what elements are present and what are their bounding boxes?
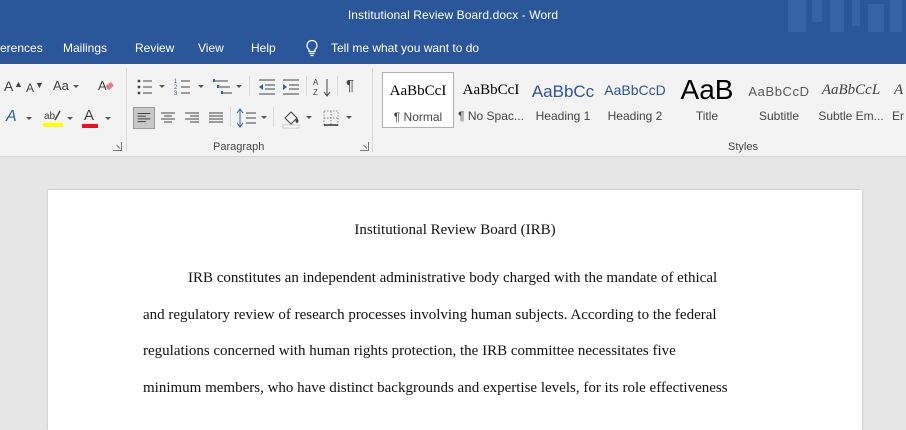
shrink-font-arrow-icon: ▼ bbox=[35, 80, 44, 90]
shrink-font-button[interactable]: A bbox=[26, 80, 34, 96]
window-title: Institutional Review Board.docx - Word bbox=[347, 8, 559, 22]
justify-icon[interactable] bbox=[205, 107, 227, 129]
paragraph-dialog-launcher-icon[interactable] bbox=[360, 142, 369, 151]
shading-icon[interactable] bbox=[281, 107, 303, 129]
style-name: ¶ Normal bbox=[393, 110, 443, 124]
grow-font-arrow-icon: ▲ bbox=[14, 79, 23, 89]
shading-dropdown-icon bbox=[306, 116, 312, 119]
change-case-button[interactable]: Aa bbox=[53, 78, 69, 94]
line-spacing-dropdown-icon bbox=[261, 116, 267, 119]
style-name: Er bbox=[892, 109, 904, 123]
align-left-icon[interactable] bbox=[133, 107, 155, 129]
bullets-icon[interactable] bbox=[135, 76, 157, 98]
tab-mailings[interactable]: Mailings bbox=[63, 41, 107, 55]
ribbon-tab-bar: erences Mailings Review View Help Tell m… bbox=[0, 32, 906, 64]
tab-view[interactable]: View bbox=[198, 41, 224, 55]
paragraph-group-label: Paragraph bbox=[213, 141, 265, 153]
line-spacing-icon[interactable] bbox=[236, 107, 258, 129]
numbering-dropdown-icon bbox=[198, 85, 204, 88]
align-center-icon[interactable] bbox=[157, 107, 179, 129]
inline-separator bbox=[249, 76, 250, 96]
lightbulb-icon bbox=[306, 39, 318, 57]
svg-text:A: A bbox=[98, 78, 107, 93]
style-sample: A bbox=[894, 82, 904, 98]
grow-font-button[interactable]: A bbox=[4, 78, 13, 94]
align-right-icon[interactable] bbox=[181, 107, 203, 129]
font-color-dropdown-icon bbox=[105, 117, 111, 120]
font-dialog-launcher-icon[interactable] bbox=[113, 142, 122, 151]
document-page[interactable]: Institutional Review Board (IRB) IRB con… bbox=[48, 190, 862, 430]
style-sample: AaBbCcD bbox=[604, 82, 666, 98]
style-name: Heading 1 bbox=[535, 109, 591, 123]
multilevel-dropdown-icon bbox=[236, 85, 242, 88]
style-subtle-emphasis[interactable]: AaBbCcL Subtle Em... bbox=[815, 72, 887, 128]
font-color-swatch bbox=[82, 124, 98, 128]
style-name: Heading 2 bbox=[607, 109, 663, 123]
style-sample: AaBbCcD bbox=[748, 84, 810, 99]
inline-separator bbox=[230, 107, 231, 127]
style-heading-2[interactable]: AaBbCcD Heading 2 bbox=[599, 72, 671, 128]
svg-text:Z: Z bbox=[313, 88, 318, 97]
highlight-dropdown-icon bbox=[67, 117, 73, 120]
inline-separator bbox=[273, 107, 274, 127]
style-sample: AaBbCcI bbox=[462, 82, 520, 98]
style-name: Subtitle bbox=[758, 109, 800, 123]
ribbon: A ▲ A ▼ Aa A A ab A 1 2 3 A Z ¶ Paragrap… bbox=[0, 64, 906, 157]
document-line[interactable]: minimum members, who have distinct backg… bbox=[143, 380, 728, 397]
text-effects-button[interactable]: A bbox=[6, 109, 17, 125]
inline-separator bbox=[337, 76, 338, 96]
style-sample: AaBbCcL bbox=[821, 82, 881, 98]
document-line[interactable]: regulations concerned with human rights … bbox=[143, 343, 676, 360]
style-name: ¶ No Spac... bbox=[458, 109, 524, 123]
style-normal[interactable]: AaBbCcI ¶ Normal bbox=[382, 72, 454, 128]
inline-separator bbox=[306, 76, 307, 96]
group-separator bbox=[372, 68, 373, 152]
decrease-indent-icon[interactable] bbox=[256, 76, 278, 98]
tab-help[interactable]: Help bbox=[251, 41, 276, 55]
tab-review[interactable]: Review bbox=[135, 41, 174, 55]
tell-me-search[interactable]: Tell me what you want to do bbox=[331, 41, 479, 55]
tab-references[interactable]: erences bbox=[0, 41, 43, 55]
text-effects-dropdown-icon bbox=[26, 117, 32, 120]
style-title[interactable]: AaB Title bbox=[671, 72, 743, 128]
title-bar: Institutional Review Board.docx - Word bbox=[0, 0, 906, 32]
font-color-button[interactable]: A bbox=[84, 108, 94, 124]
style-name: Subtle Em... bbox=[818, 109, 884, 123]
borders-dropdown-icon bbox=[346, 116, 352, 119]
style-sample: AaBbCc bbox=[531, 82, 595, 101]
svg-text:ab: ab bbox=[44, 111, 56, 122]
title-bar-decoration bbox=[786, 0, 906, 32]
borders-icon[interactable] bbox=[320, 107, 342, 129]
document-line[interactable]: and regulatory review of research proces… bbox=[143, 307, 717, 324]
clear-formatting-icon[interactable]: A bbox=[97, 77, 115, 95]
numbering-icon[interactable]: 1 2 3 bbox=[173, 76, 195, 98]
style-subtitle[interactable]: AaBbCcD Subtitle bbox=[743, 72, 815, 128]
bullets-dropdown-icon bbox=[159, 85, 165, 88]
style-heading-1[interactable]: AaBbCc Heading 1 bbox=[527, 72, 599, 128]
group-separator bbox=[126, 68, 127, 152]
svg-text:A: A bbox=[313, 78, 319, 87]
increase-indent-icon[interactable] bbox=[280, 76, 302, 98]
document-canvas[interactable]: Institutional Review Board (IRB) IRB con… bbox=[0, 158, 906, 430]
style-name: Title bbox=[695, 109, 719, 123]
styles-group-label: Styles bbox=[728, 141, 758, 153]
svg-text:3: 3 bbox=[174, 91, 178, 97]
style-sample: AaB bbox=[680, 74, 734, 105]
sort-icon[interactable]: A Z bbox=[312, 76, 334, 98]
change-case-dropdown-icon bbox=[73, 85, 79, 88]
style-emphasis[interactable]: A Er bbox=[887, 72, 906, 128]
highlighter-icon[interactable]: ab bbox=[42, 108, 64, 128]
style-no-spacing[interactable]: AaBbCcI ¶ No Spac... bbox=[455, 72, 527, 128]
show-hide-pilcrow-button[interactable]: ¶ bbox=[346, 78, 354, 94]
document-line[interactable]: IRB constitutes an independent administr… bbox=[188, 270, 717, 287]
document-title[interactable]: Institutional Review Board (IRB) bbox=[48, 222, 862, 239]
multilevel-list-icon[interactable] bbox=[212, 76, 234, 98]
style-sample: AaBbCcI bbox=[389, 83, 447, 99]
